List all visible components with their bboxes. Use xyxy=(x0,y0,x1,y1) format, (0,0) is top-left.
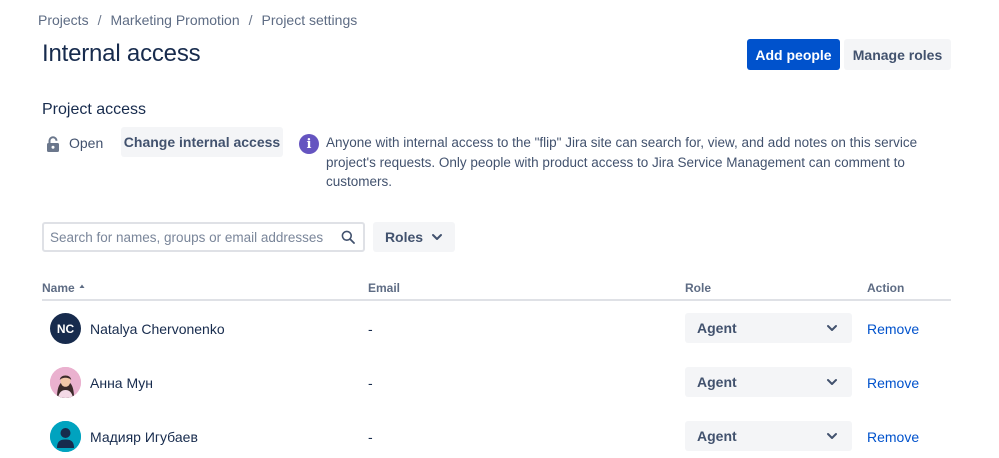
breadcrumb-projects[interactable]: Projects xyxy=(38,12,89,28)
breadcrumb-separator: / xyxy=(97,12,102,28)
avatar: NC xyxy=(50,313,81,344)
page-title: Internal access xyxy=(42,40,201,67)
user-email: - xyxy=(368,429,373,445)
column-header-name-label: Name xyxy=(42,281,75,295)
chevron-down-icon xyxy=(827,325,837,331)
column-header-name[interactable]: Name xyxy=(42,281,85,295)
table-row: NC Natalya Chervonenko - Agent Remove xyxy=(0,301,999,355)
role-select-value: Agent xyxy=(697,374,737,390)
search-field xyxy=(42,222,365,252)
lock-icon xyxy=(47,136,59,152)
project-access-title: Project access xyxy=(42,101,147,118)
breadcrumb-separator: / xyxy=(248,12,253,28)
user-name: Natalya Chervonenko xyxy=(90,321,225,337)
column-header-email: Email xyxy=(368,281,401,295)
role-select[interactable]: Agent xyxy=(685,313,852,343)
add-people-button[interactable]: Add people xyxy=(747,39,840,70)
role-select-value: Agent xyxy=(697,428,737,444)
manage-roles-button[interactable]: Manage roles xyxy=(844,39,951,70)
user-name: Анна Мун xyxy=(90,375,154,391)
table-row: Мадияр Игубаев - Agent Remove xyxy=(0,409,999,458)
breadcrumb-project[interactable]: Marketing Promotion xyxy=(110,12,239,28)
breadcrumb: Projects / Marketing Promotion / Project… xyxy=(38,12,357,28)
table-row: Анна Мун - Agent Remove xyxy=(0,355,999,409)
user-email: - xyxy=(368,321,373,337)
avatar xyxy=(50,421,81,452)
remove-button[interactable]: Remove xyxy=(867,375,919,391)
user-photo-icon xyxy=(50,367,81,398)
user-email: - xyxy=(368,375,373,391)
roles-filter-label: Roles xyxy=(384,229,424,245)
avatar xyxy=(50,367,81,398)
change-internal-access-button[interactable]: Change internal access xyxy=(121,127,283,157)
access-info-text: Anyone with internal access to the "flip… xyxy=(326,135,918,189)
column-header-action: Action xyxy=(867,281,905,295)
column-header-role: Role xyxy=(685,281,712,295)
access-status: Open xyxy=(69,135,104,151)
role-select[interactable]: Agent xyxy=(685,367,852,397)
sort-ascending-icon xyxy=(79,284,85,288)
roles-filter-button[interactable]: Roles xyxy=(373,222,455,252)
role-select-value: Agent xyxy=(697,320,737,336)
user-name: Мадияр Игубаев xyxy=(90,429,198,445)
remove-button[interactable]: Remove xyxy=(867,429,919,445)
search-input[interactable] xyxy=(44,224,329,250)
chevron-down-icon xyxy=(827,379,837,385)
role-select[interactable]: Agent xyxy=(685,421,852,451)
info-icon: i xyxy=(299,134,319,154)
breadcrumb-project-settings[interactable]: Project settings xyxy=(262,12,358,28)
chevron-down-icon xyxy=(827,433,837,439)
user-placeholder-icon xyxy=(50,421,81,452)
search-icon[interactable] xyxy=(341,230,355,244)
remove-button[interactable]: Remove xyxy=(867,321,919,337)
chevron-down-icon xyxy=(432,234,443,240)
